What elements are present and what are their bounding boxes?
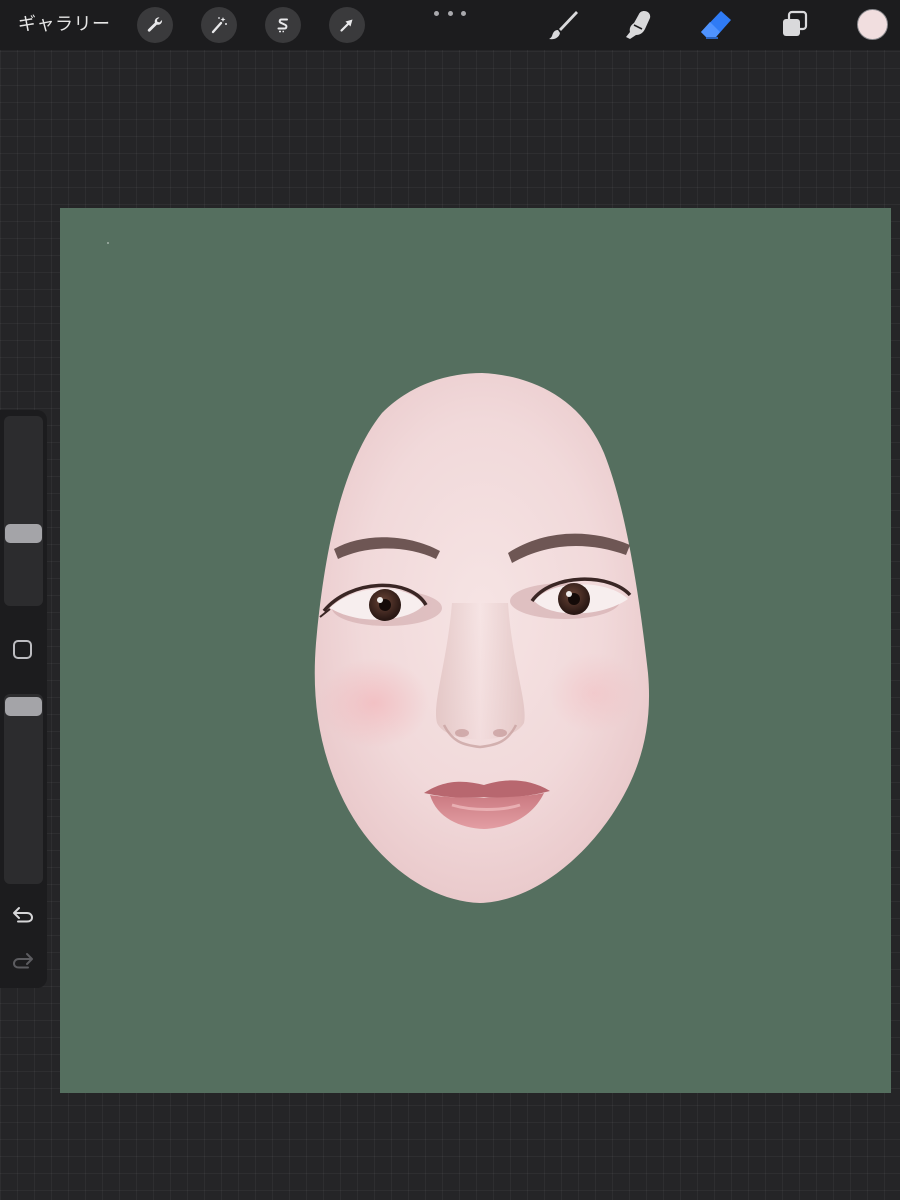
drawing-canvas[interactable] — [60, 208, 891, 1093]
adjustments-button[interactable] — [201, 7, 237, 43]
brush-tool-button[interactable] — [544, 6, 582, 44]
dot — [434, 10, 439, 16]
undo-button[interactable] — [11, 902, 35, 926]
transform-arrow-icon — [340, 19, 353, 32]
side-toolbar — [0, 410, 47, 988]
face-cutout-image — [314, 373, 650, 903]
eraser-icon — [701, 11, 731, 39]
opacity-slider-thumb[interactable] — [5, 697, 42, 716]
color-swatch-button[interactable] — [857, 9, 888, 40]
wrench-icon — [147, 17, 163, 32]
selection-button[interactable] — [265, 7, 301, 43]
layers-icon — [783, 10, 808, 36]
brush-icon — [549, 11, 578, 40]
transform-button[interactable] — [329, 7, 365, 43]
dot — [461, 10, 466, 16]
smudge-finger-icon — [626, 11, 651, 39]
magic-wand-icon — [211, 17, 227, 34]
actions-button[interactable] — [137, 7, 173, 43]
selection-s-icon — [277, 18, 288, 33]
eyedropper-square-icon[interactable] — [13, 640, 32, 659]
top-toolbar: ギャラリー — [0, 0, 900, 50]
canvas-speck — [107, 242, 109, 244]
redo-button[interactable] — [11, 948, 35, 972]
eraser-tool-button[interactable] — [697, 6, 735, 44]
brush-size-slider[interactable] — [4, 416, 43, 606]
layers-button[interactable] — [776, 6, 814, 44]
dot — [447, 10, 453, 16]
ellipsis-icon[interactable] — [434, 4, 466, 22]
undo-icon — [13, 907, 34, 923]
redo-icon — [12, 953, 33, 969]
gallery-button[interactable]: ギャラリー — [18, 12, 111, 38]
smudge-tool-button[interactable] — [620, 6, 658, 44]
brush-size-slider-thumb[interactable] — [5, 524, 42, 543]
opacity-slider[interactable] — [4, 694, 43, 884]
